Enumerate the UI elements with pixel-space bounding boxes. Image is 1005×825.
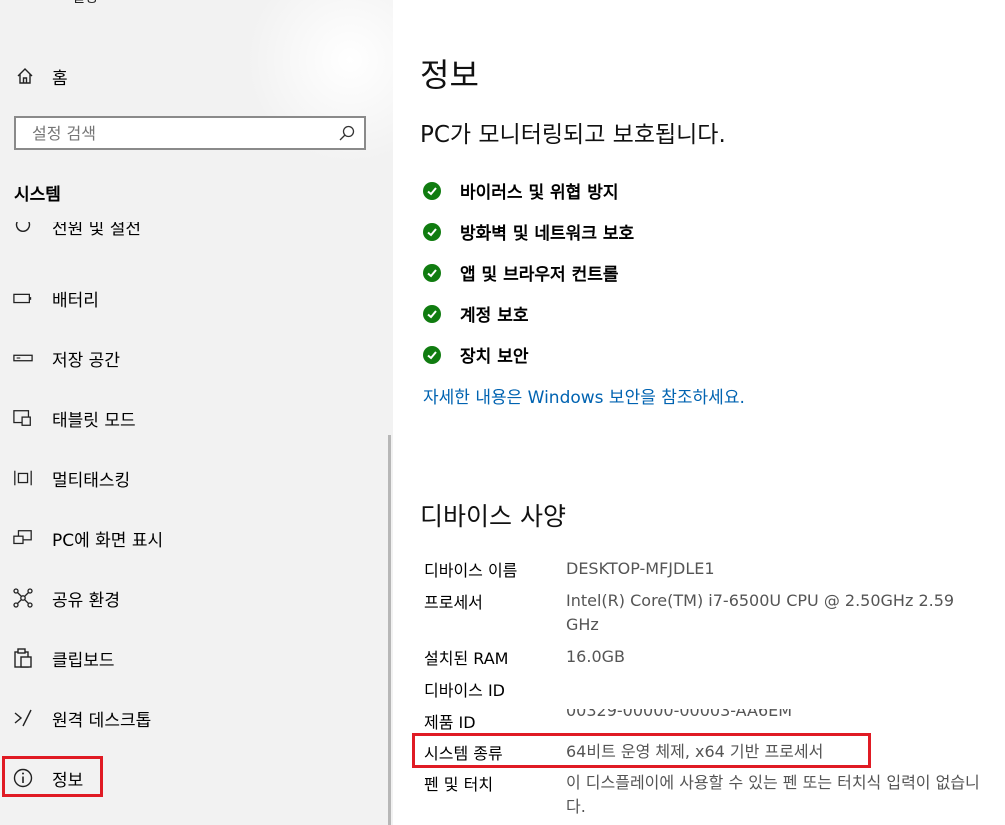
windows-security-link[interactable]: 자세한 내용은 Windows 보안을 참조하세요. [423, 383, 745, 408]
nav-item-battery[interactable]: 배터리 [0, 268, 386, 328]
checkmark-icon [423, 345, 441, 364]
content-pane: 정보 PC가 모니터링되고 보호됩니다. 바이러스 및 위협 방지 방화벽 및 … [393, 0, 1005, 825]
highlight-system-type [412, 733, 871, 768]
spec-value: 16.0GB [566, 647, 625, 666]
spec-value: DESKTOP-MFJDLE1 [566, 559, 715, 578]
nav-label: 원격 데스크톱 [52, 710, 152, 731]
multitasking-icon [13, 468, 33, 488]
nav-label: 배터리 [52, 290, 99, 311]
project-icon [13, 528, 33, 548]
settings-search-box[interactable] [14, 116, 366, 150]
home-label: 홈 [52, 68, 68, 89]
nav-item-storage[interactable]: 저장 공간 [0, 328, 386, 388]
system-nav-list: 전원 및 절전 배터리 저장 공간 태블릿 모드 멀티태스킹 PC에 화면 표시… [0, 222, 386, 808]
highlight-about-nav [2, 756, 103, 797]
protection-list: 바이러스 및 위협 방지 방화벽 및 네트워크 보호 앱 및 브라우저 컨트롤 … [423, 170, 634, 375]
protection-heading: PC가 모니터링되고 보호됩니다. [420, 122, 726, 148]
tablet-icon [13, 408, 33, 428]
sidebar: ← 설정 홈 시스템 전원 및 절전 배터리 [0, 0, 393, 825]
protection-label: 계정 보호 [460, 306, 529, 326]
nav-item-share[interactable]: 공유 환경 [0, 568, 386, 628]
nav-label: 멀티태스킹 [52, 470, 131, 491]
share-icon [13, 588, 33, 608]
protection-label: 앱 및 브라우저 컨트롤 [460, 265, 619, 285]
specs-heading: 디바이스 사양 [420, 502, 566, 531]
section-title: 시스템 [14, 185, 61, 205]
spec-label: 제품 ID [424, 713, 476, 732]
power-icon [13, 222, 33, 234]
sidebar-scrollbar[interactable] [388, 435, 391, 825]
checkmark-icon [423, 222, 441, 241]
nav-label: 클립보드 [52, 650, 115, 671]
remote-desktop-icon [13, 708, 33, 728]
home-nav-item[interactable]: 홈 [14, 62, 374, 90]
spec-value: 00329-00000-00003-AA6EM [566, 709, 793, 720]
nav-label: 태블릿 모드 [52, 410, 136, 431]
home-icon [14, 67, 36, 85]
nav-label: PC에 화면 표시 [52, 530, 164, 551]
clipboard-icon [13, 648, 33, 668]
nav-clip: 전원 및 절전 [0, 222, 386, 250]
nav-label: 저장 공간 [52, 350, 120, 371]
protection-label: 방화벽 및 네트워크 보호 [460, 224, 635, 244]
checkmark-icon [423, 304, 441, 323]
protection-item: 장치 보안 [423, 334, 634, 375]
battery-icon [13, 288, 33, 308]
protection-label: 바이러스 및 위협 방지 [460, 183, 619, 203]
storage-icon [13, 348, 33, 368]
protection-item: 방화벽 및 네트워크 보호 [423, 211, 634, 252]
protection-item: 바이러스 및 위협 방지 [423, 170, 634, 211]
checkmark-icon [423, 263, 441, 282]
app-title: 설정 [72, 0, 98, 7]
search-icon[interactable] [338, 124, 356, 146]
nav-label: 공유 환경 [52, 590, 120, 611]
spec-value: 이 디스플레이에 사용할 수 있는 펜 또는 터치식 입력이 없습니다. [566, 773, 980, 816]
checkmark-icon [423, 181, 441, 200]
nav-item-multitasking[interactable]: 멀티태스킹 [0, 448, 386, 508]
product-id-clip: 00329-00000-00003-AA6EM [566, 709, 986, 727]
spec-label: 디바이스 이름 [424, 561, 518, 580]
nav-item-project[interactable]: PC에 화면 표시 [0, 508, 386, 568]
spec-label: 펜 및 터치 [424, 775, 494, 794]
spec-label: 디바이스 ID [424, 681, 506, 700]
nav-label: 전원 및 절전 [52, 222, 142, 239]
nav-item-tablet[interactable]: 태블릿 모드 [0, 388, 386, 448]
spec-label: 설치된 RAM [424, 649, 509, 668]
protection-item: 앱 및 브라우저 컨트롤 [423, 252, 634, 293]
protection-label: 장치 보안 [460, 347, 529, 367]
protection-item: 계정 보호 [423, 293, 634, 334]
page-title: 정보 [420, 56, 479, 94]
title-bar: ← 설정 [0, 0, 393, 14]
nav-item-power[interactable]: 전원 및 절전 [0, 222, 386, 250]
spec-value: Intel(R) Core(TM) i7-6500U CPU @ 2.50GHz… [566, 591, 955, 634]
nav-item-remote-desktop[interactable]: 원격 데스크톱 [0, 688, 386, 748]
search-input[interactable] [30, 123, 334, 144]
nav-item-clipboard[interactable]: 클립보드 [0, 628, 386, 688]
spec-label: 프로세서 [424, 593, 483, 612]
back-arrow-icon[interactable]: ← [12, 0, 25, 5]
